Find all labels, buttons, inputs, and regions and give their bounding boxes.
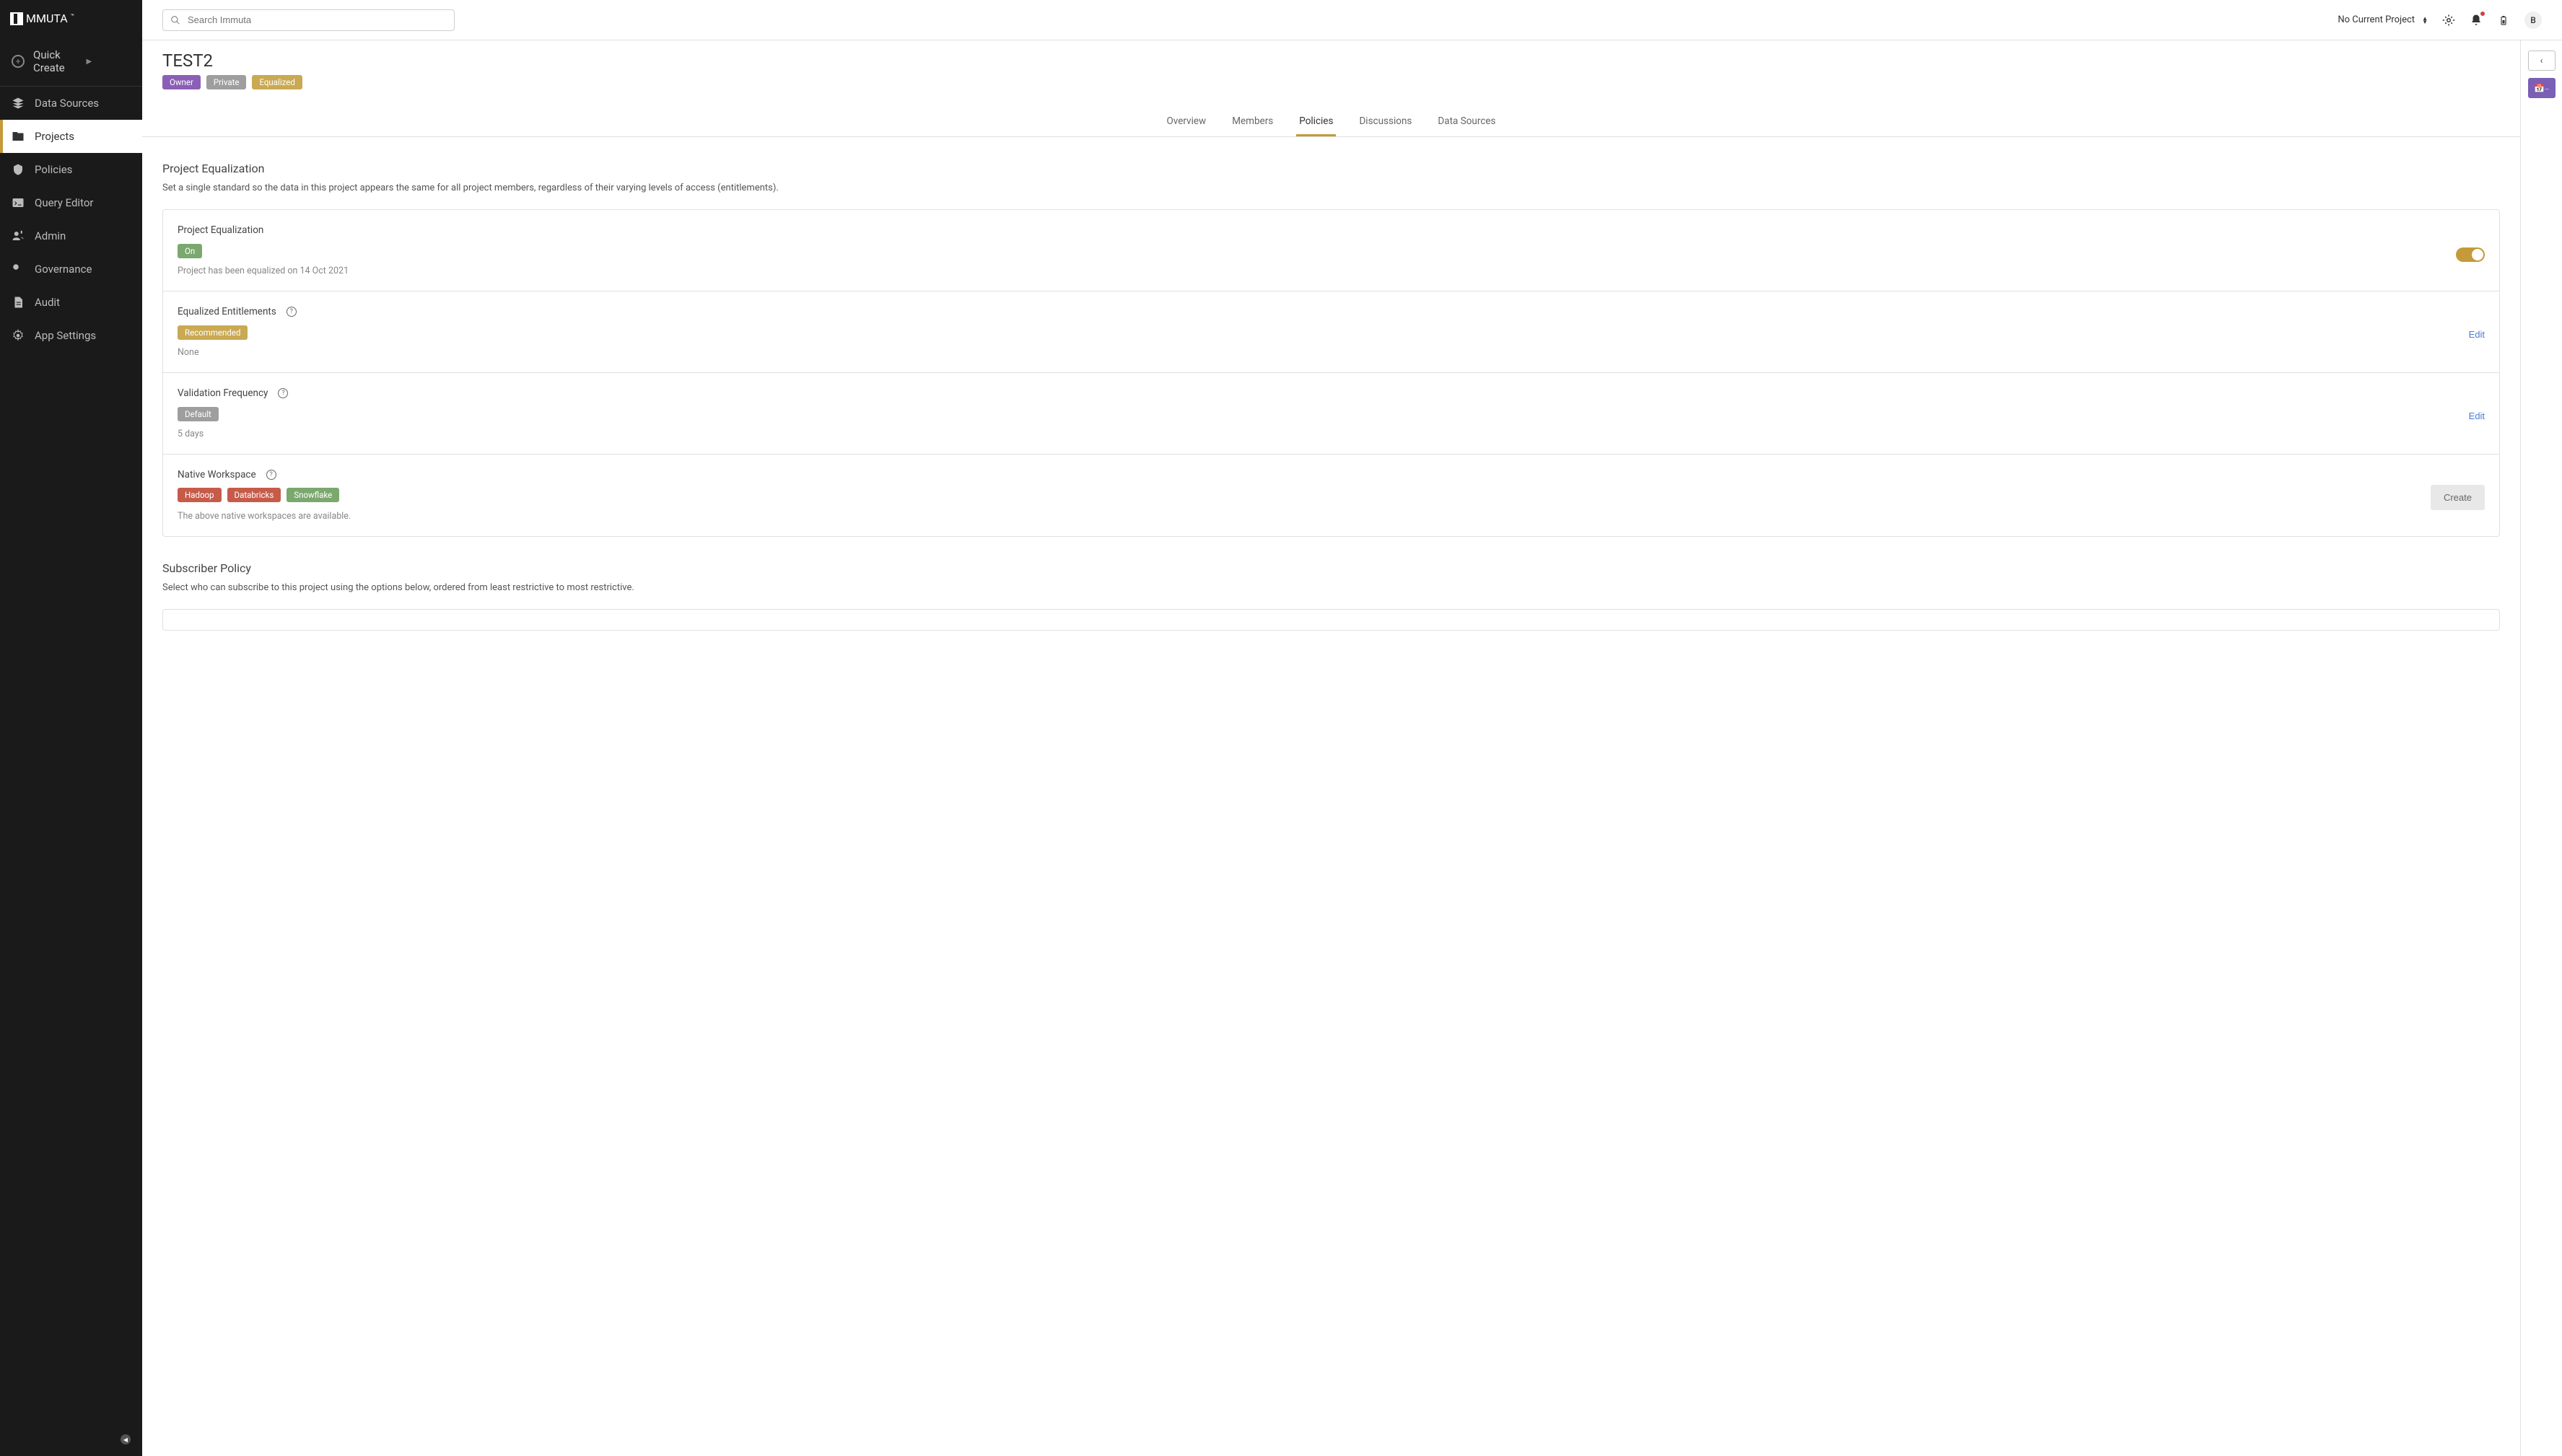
plus-circle-icon: +	[12, 55, 25, 68]
nav-label: Admin	[35, 229, 66, 242]
topbar: No Current Project ▲▼ B	[142, 0, 2562, 40]
equalization-section-title: Project Equalization	[162, 162, 2500, 175]
sidebar-item-policies[interactable]: Policies	[0, 153, 142, 186]
help-icon[interactable]: ?	[266, 470, 276, 480]
nav-label: App Settings	[35, 329, 96, 342]
validation-edit-button[interactable]: Edit	[2469, 411, 2485, 421]
search-icon	[170, 15, 180, 25]
calendar-icon: 📅	[2534, 83, 2545, 93]
subscriber-section-title: Subscriber Policy	[162, 561, 2500, 575]
help-icon[interactable]: ?	[287, 307, 297, 317]
workspace-create-button[interactable]: Create	[2431, 485, 2485, 510]
rail-calendar-button[interactable]: 📅 …	[2528, 78, 2556, 98]
search-input[interactable]	[188, 14, 447, 25]
help-icon[interactable]: ?	[278, 388, 288, 398]
validation-title: Validation Frequency	[178, 387, 268, 399]
subscriber-section-desc: Select who can subscribe to this project…	[162, 582, 2500, 593]
logo[interactable]: MMUTA ™	[0, 0, 142, 37]
tab-overview[interactable]: Overview	[1163, 108, 1209, 136]
logo-mark-icon	[10, 12, 23, 25]
chevron-left-icon: ‹	[2540, 56, 2543, 66]
equalization-note: Project has been equalized on 14 Oct 202…	[178, 266, 2456, 276]
validation-row: Validation Frequency ? Default 5 days Ed…	[163, 373, 2499, 455]
equalized-badge: Equalized	[252, 75, 302, 89]
equalization-row-title: Project Equalization	[178, 224, 263, 236]
sidebar-item-projects[interactable]: Projects	[0, 120, 142, 153]
project-selector[interactable]: No Current Project ▲▼	[2338, 14, 2428, 25]
equalization-section-desc: Set a single standard so the data in thi…	[162, 183, 2500, 193]
notification-dot-icon	[2480, 12, 2485, 16]
sidebar: MMUTA ™ + Quick Create ▶ Data Sources Pr…	[0, 0, 142, 1456]
sidebar-item-audit[interactable]: Audit	[0, 286, 142, 319]
tabs: Overview Members Policies Discussions Da…	[142, 108, 2520, 137]
databricks-badge: Databricks	[227, 488, 281, 502]
gear-icon	[12, 329, 25, 342]
key-icon	[12, 263, 25, 276]
entitlements-row: Equalized Entitlements ? Recommended Non…	[163, 291, 2499, 373]
notifications-button[interactable]	[2470, 14, 2483, 27]
doc-icon	[12, 296, 25, 309]
tab-discussions[interactable]: Discussions	[1356, 108, 1415, 136]
nav-label: Projects	[35, 130, 74, 143]
sidebar-item-query-editor[interactable]: Query Editor	[0, 186, 142, 219]
battery-icon[interactable]	[2497, 14, 2510, 27]
default-badge: Default	[178, 407, 219, 421]
entitlements-edit-button[interactable]: Edit	[2469, 329, 2485, 340]
main-nav: Data Sources Projects Policies Query Edi…	[0, 87, 142, 1419]
equalization-row: Project Equalization On Project has been…	[163, 210, 2499, 291]
nav-label: Query Editor	[35, 196, 93, 209]
nav-label: Audit	[35, 296, 60, 309]
owner-badge: Owner	[162, 75, 201, 89]
private-badge: Private	[206, 75, 247, 89]
workspace-note: The above native workspaces are availabl…	[178, 511, 2431, 522]
sidebar-item-app-settings[interactable]: App Settings	[0, 319, 142, 352]
equalization-toggle[interactable]	[2456, 247, 2485, 262]
nav-label: Governance	[35, 263, 92, 276]
right-rail: ‹ 📅 …	[2520, 40, 2562, 1456]
nav-label: Data Sources	[35, 97, 99, 110]
quick-create-label: Quick Create	[33, 48, 78, 74]
settings-gear-icon[interactable]	[2442, 14, 2455, 27]
tab-policies[interactable]: Policies	[1296, 108, 1336, 136]
sidebar-item-admin[interactable]: Admin	[0, 219, 142, 253]
rail-collapse-button[interactable]: ‹	[2528, 51, 2556, 71]
sidebar-item-governance[interactable]: Governance	[0, 253, 142, 286]
tab-data-sources[interactable]: Data Sources	[1435, 108, 1498, 136]
terminal-icon	[12, 196, 25, 209]
main-content: TEST2 Owner Private Equalized Overview M…	[142, 40, 2520, 1456]
layers-icon	[12, 97, 25, 110]
entitlements-note: None	[178, 347, 2469, 358]
page-title: TEST2	[162, 51, 302, 71]
logo-text: MMUTA	[26, 12, 68, 25]
hadoop-badge: Hadoop	[178, 488, 222, 502]
sidebar-item-data-sources[interactable]: Data Sources	[0, 87, 142, 120]
entitlements-title: Equalized Entitlements	[178, 306, 276, 317]
logo-trademark: ™	[71, 13, 74, 19]
shield-icon	[12, 163, 25, 176]
snowflake-badge: Snowflake	[287, 488, 339, 502]
sidebar-footer: ◀	[0, 1419, 142, 1456]
recommended-badge: Recommended	[178, 325, 248, 340]
avatar-initial: B	[2530, 15, 2536, 25]
tab-members[interactable]: Members	[1229, 108, 1276, 136]
on-badge: On	[178, 244, 202, 258]
quick-create-button[interactable]: + Quick Create ▶	[0, 37, 142, 87]
workspace-row: Native Workspace ? Hadoop Databricks Sno…	[163, 455, 2499, 536]
project-selector-label: No Current Project	[2338, 14, 2415, 25]
validation-note: 5 days	[178, 429, 2469, 439]
ellipsis-icon: …	[2545, 84, 2549, 92]
chevron-right-icon: ▶	[87, 58, 131, 66]
collapse-sidebar-button[interactable]: ◀	[121, 1434, 131, 1444]
user-avatar[interactable]: B	[2524, 12, 2542, 29]
workspace-title: Native Workspace	[178, 469, 256, 481]
users-icon	[12, 229, 25, 242]
nav-label: Policies	[35, 163, 72, 176]
sort-icon: ▲▼	[2422, 17, 2428, 24]
folder-icon	[12, 130, 25, 143]
search-box[interactable]	[162, 9, 455, 31]
